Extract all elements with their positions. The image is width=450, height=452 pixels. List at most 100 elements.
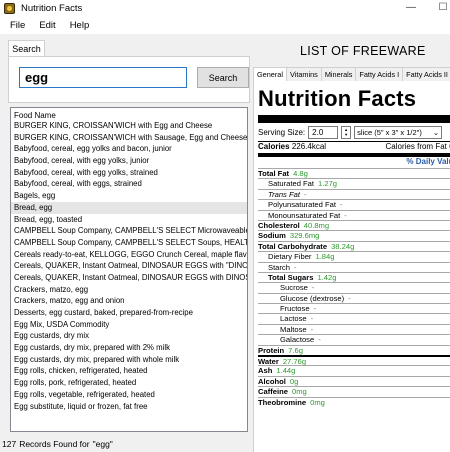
- row-protein: Protein 7.6g: [258, 344, 450, 355]
- row-total-sugars: Total Sugars 1.42g: [258, 271, 450, 282]
- nutrition-facts-panel: Nutrition Facts Serving Size: 2.0 ▲ ▼ sli…: [253, 81, 450, 452]
- label: Theobromine: [258, 397, 307, 407]
- food-list-item[interactable]: Crackers, matzo, egg: [11, 284, 247, 296]
- calories-value: 226.4kcal: [291, 142, 327, 151]
- tab-fatty-acids-2[interactable]: Fatty Acids II: [402, 67, 450, 81]
- food-list-item[interactable]: Babyfood, cereal, with eggs, strained: [11, 178, 247, 190]
- value: -: [313, 304, 317, 314]
- label: Saturated Fat: [268, 179, 315, 189]
- menu-edit[interactable]: Edit: [39, 20, 55, 31]
- food-list-item[interactable]: Crackers, matzo, egg and onion: [11, 295, 247, 307]
- row-monounsaturated-fat: Monounsaturated Fat -: [258, 209, 450, 220]
- food-list-item[interactable]: Egg custards, dry mix: [11, 330, 247, 342]
- food-list-item[interactable]: Egg custards, dry mix, prepared with 2% …: [11, 342, 247, 354]
- serving-label: Serving Size:: [258, 127, 306, 137]
- label: Polyunsaturated Fat: [268, 200, 336, 210]
- row-cholesterol: Cholesterol 40.8mg: [258, 219, 450, 230]
- label: Protein: [258, 345, 285, 355]
- serving-spinner[interactable]: ▲ ▼: [341, 125, 352, 139]
- value: 1.84g: [315, 252, 335, 262]
- value: 40.8mg: [303, 220, 330, 230]
- value: -: [318, 335, 321, 345]
- value: 0mg: [291, 387, 307, 397]
- food-list-item[interactable]: Babyfood, cereal, with egg yolks, strain…: [11, 167, 247, 179]
- label: Sodium: [258, 231, 286, 241]
- food-list-item[interactable]: BURGER KING, CROISSAN'WICH with Sausage,…: [11, 132, 247, 144]
- food-list-item[interactable]: Egg rolls, vegetable, refrigerated, heat…: [11, 389, 247, 401]
- food-list-item[interactable]: CAMPBELL Soup Company, CAMPBELL'S SELECT…: [11, 225, 247, 237]
- label: Starch: [268, 262, 290, 272]
- label: Total Carbohydrate: [258, 241, 328, 251]
- food-list-item[interactable]: Egg rolls, chicken, refrigerated, heated: [11, 365, 247, 377]
- label: Dietary Fiber: [268, 252, 312, 262]
- value: 7.6g: [288, 345, 303, 355]
- row-sucrose: Sucrose -: [258, 282, 450, 292]
- food-list-item[interactable]: Egg Mix, USDA Commodity: [11, 319, 247, 331]
- tab-fatty-acids-1[interactable]: Fatty Acids I: [355, 67, 404, 81]
- row-total-fat: Total Fat 4.8g: [258, 168, 450, 178]
- value: 0g: [289, 376, 299, 386]
- label: Lactose: [280, 314, 307, 324]
- row-maltose: Maltose -: [258, 323, 450, 334]
- search-button[interactable]: Search: [197, 67, 249, 88]
- label: Total Sugars: [268, 272, 314, 282]
- minimize-button[interactable]: —: [404, 2, 418, 14]
- food-list-item[interactable]: Egg substitute, liquid or frozen, fat fr…: [11, 401, 247, 413]
- value: -: [293, 262, 297, 272]
- value: 38.24g: [331, 241, 355, 251]
- food-list-item[interactable]: Bread, egg, toasted: [11, 214, 247, 226]
- label: Monounsaturated Fat: [268, 210, 341, 220]
- value: -: [348, 293, 351, 303]
- value: 4.8g: [293, 169, 308, 178]
- food-list-item[interactable]: BURGER KING, CROISSAN'WICH with Egg and …: [11, 120, 247, 132]
- value: -: [339, 200, 343, 210]
- value: -: [303, 189, 307, 199]
- food-list-item[interactable]: Bread, egg: [11, 201, 247, 214]
- serving-unit-value: slice (5" x 3" x 1/2"): [357, 127, 422, 137]
- nutrition-label: Nutrition Facts Serving Size: 2.0 ▲ ▼ sli…: [258, 86, 450, 407]
- label: Galactose: [280, 335, 315, 345]
- value: 1.42g: [317, 272, 337, 282]
- food-list-item[interactable]: Egg custards, dry mix, prepared with who…: [11, 354, 247, 366]
- row-theobromine: Theobromine 0mg: [258, 396, 450, 407]
- food-list-item[interactable]: Cereals, QUAKER, Instant Oatmeal, DINOSA…: [11, 272, 247, 284]
- label: Trans Fat: [268, 189, 300, 199]
- food-list-item[interactable]: Bagels, egg: [11, 190, 247, 202]
- food-list-header: Food Name: [14, 111, 56, 120]
- value: -: [311, 283, 315, 293]
- calories-label: Calories: [258, 142, 290, 151]
- food-list-item[interactable]: Desserts, egg custard, baked, prepared-f…: [11, 307, 247, 319]
- food-list-item[interactable]: Cereals ready-to-eat, KELLOGG, EGGO Crun…: [11, 249, 247, 261]
- thick-divider: [258, 116, 450, 123]
- serving-unit-select[interactable]: slice (5" x 3" x 1/2") ⌄: [354, 125, 443, 139]
- label: Water: [258, 357, 279, 367]
- search-input[interactable]: [19, 67, 187, 88]
- row-trans-fat: Trans Fat -: [258, 188, 450, 199]
- serving-size-input[interactable]: 2.0: [308, 125, 339, 139]
- row-dietary-fiber: Dietary Fiber 1.84g: [258, 251, 450, 261]
- row-ash: Ash 1.44g: [258, 365, 450, 375]
- menu-help[interactable]: Help: [70, 20, 90, 31]
- spin-down-icon[interactable]: ▼: [342, 132, 350, 137]
- status-bar: 127 Records Found for "egg": [2, 439, 113, 449]
- food-list-item[interactable]: Cereals, QUAKER, Instant Oatmeal, DINOSA…: [11, 260, 247, 272]
- maximize-button[interactable]: ☐: [436, 2, 450, 14]
- tab-vitamins[interactable]: Vitamins: [285, 67, 322, 81]
- title-bar: Nutrition Facts — ☐: [0, 0, 450, 17]
- tab-minerals[interactable]: Minerals: [320, 67, 357, 81]
- food-list-item[interactable]: Babyfood, cereal, egg yolks and bacon, j…: [11, 143, 247, 155]
- value: 0mg: [310, 397, 325, 407]
- row-alcohol: Alcohol 0g: [258, 375, 450, 386]
- tab-search[interactable]: Search: [8, 40, 45, 57]
- row-saturated-fat: Saturated Fat 1.27g: [258, 178, 450, 188]
- label: Cholesterol: [258, 220, 300, 230]
- label: Ash: [258, 366, 273, 376]
- page-title: LIST OF FREEWARE: [300, 44, 426, 58]
- food-list-item[interactable]: Egg rolls, pork, refrigerated, heated: [11, 377, 247, 389]
- value: 329.6mg: [289, 231, 320, 241]
- food-list-item[interactable]: CAMPBELL Soup Company, CAMPBELL'S SELECT…: [11, 237, 247, 249]
- food-list[interactable]: Food Name BURGER KING, CROISSAN'WICH wit…: [10, 107, 248, 432]
- menu-file[interactable]: File: [10, 20, 25, 31]
- tab-general[interactable]: General: [253, 67, 287, 82]
- food-list-item[interactable]: Babyfood, cereal, with egg yolks, junior: [11, 155, 247, 167]
